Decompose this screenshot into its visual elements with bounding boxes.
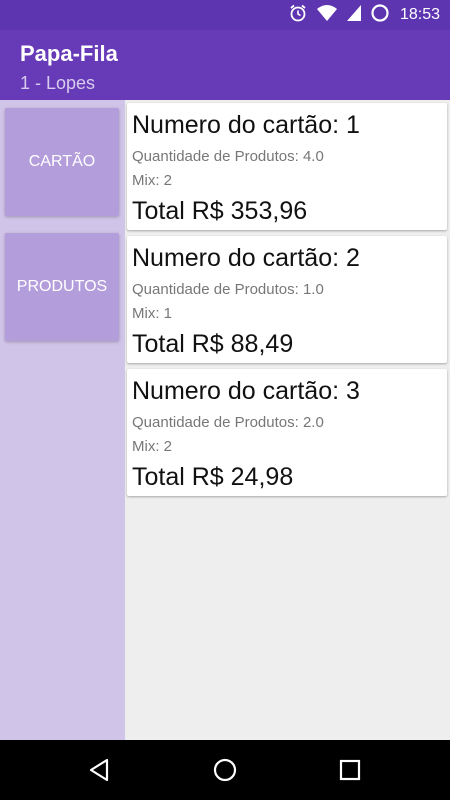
back-icon[interactable] bbox=[80, 750, 120, 790]
home-icon[interactable] bbox=[205, 750, 245, 790]
card-item-2[interactable]: Numero do cartão: 2 Quantidade de Produt… bbox=[127, 236, 447, 363]
card-quantity: Quantidade de Produtos: 1.0 bbox=[132, 281, 324, 298]
card-total: Total R$ 353,96 bbox=[132, 197, 308, 225]
produtos-button[interactable]: PRODUTOS bbox=[5, 233, 119, 341]
status-time: 18:53 bbox=[399, 6, 440, 23]
card-mix: Mix: 2 bbox=[132, 438, 173, 455]
battery-icon bbox=[370, 3, 390, 28]
card-title: Numero do cartão: 1 bbox=[132, 111, 360, 139]
app-bar: Papa-Fila 1 - Lopes bbox=[0, 30, 450, 100]
card-list: Numero do cartão: 1 Quantidade de Produt… bbox=[127, 103, 447, 502]
sidebar: CARTÃO PRODUTOS bbox=[0, 100, 125, 740]
navigation-bar bbox=[0, 740, 450, 800]
cartao-button[interactable]: CARTÃO bbox=[5, 108, 119, 216]
card-quantity: Quantidade de Produtos: 4.0 bbox=[132, 148, 324, 165]
card-mix: Mix: 2 bbox=[132, 172, 173, 189]
recents-icon[interactable] bbox=[330, 750, 370, 790]
status-bar: 18:53 bbox=[0, 0, 450, 30]
alarm-icon bbox=[288, 3, 308, 28]
app-title: Papa-Fila bbox=[20, 41, 118, 66]
card-title: Numero do cartão: 2 bbox=[132, 244, 360, 272]
card-quantity: Quantidade de Produtos: 2.0 bbox=[132, 414, 324, 431]
status-icons: 18:53 bbox=[288, 0, 440, 30]
card-total: Total R$ 88,49 bbox=[132, 330, 294, 358]
wifi-icon bbox=[316, 4, 338, 27]
card-item-1[interactable]: Numero do cartão: 1 Quantidade de Produt… bbox=[127, 103, 447, 230]
card-item-3[interactable]: Numero do cartão: 3 Quantidade de Produt… bbox=[127, 369, 447, 496]
card-total: Total R$ 24,98 bbox=[132, 463, 294, 491]
signal-icon bbox=[346, 4, 362, 27]
app-subtitle: 1 - Lopes bbox=[20, 73, 96, 93]
card-title: Numero do cartão: 3 bbox=[132, 377, 360, 405]
card-mix: Mix: 1 bbox=[132, 305, 173, 322]
